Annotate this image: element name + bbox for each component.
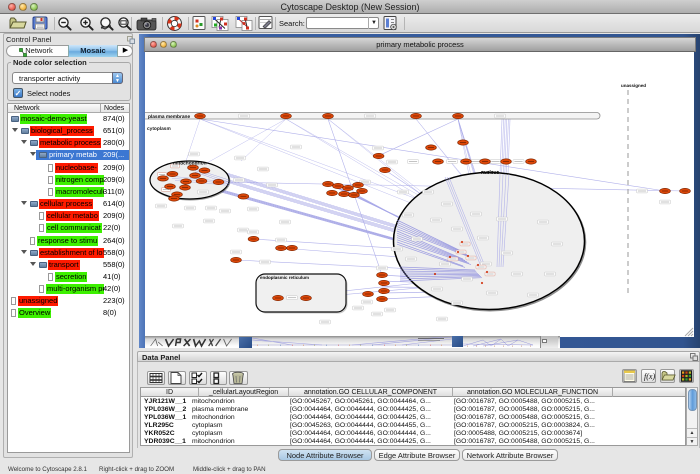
svg-text:mitochondrion: mitochondrion xyxy=(173,161,207,167)
svg-text:cytoplasm: cytoplasm xyxy=(147,126,171,132)
svg-text:plasma membrane: plasma membrane xyxy=(148,114,190,120)
svg-text:f(x): f(x) xyxy=(644,372,655,381)
svg-text:nucleus: nucleus xyxy=(481,170,499,176)
svg-text:unassigned: unassigned xyxy=(621,83,646,88)
svg-text:endoplasmic reticulum: endoplasmic reticulum xyxy=(260,275,309,280)
